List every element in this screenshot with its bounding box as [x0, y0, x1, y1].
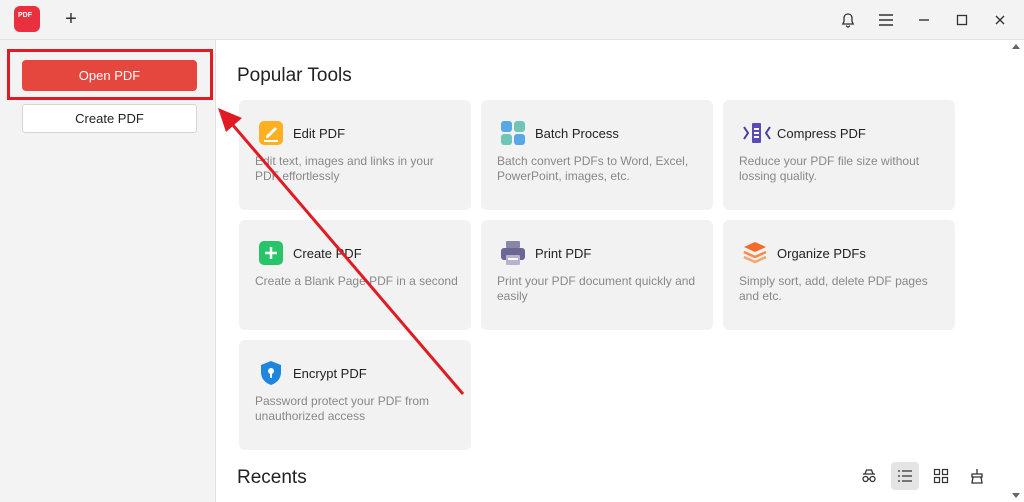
- tool-name: Edit PDF: [293, 126, 346, 141]
- edit-pdf-icon: [258, 120, 284, 146]
- cleanup-icon[interactable]: [963, 462, 991, 490]
- recents-title: Recents: [237, 467, 307, 488]
- scroll-up-icon[interactable]: [1012, 44, 1020, 49]
- organize-pdfs-icon: [742, 240, 768, 266]
- tool-desc: Reduce your PDF file size without lossin…: [739, 154, 920, 183]
- tool-name: Create PDF: [293, 246, 362, 261]
- batch-process-icon: [500, 120, 526, 146]
- create-pdf-icon: [258, 240, 284, 266]
- open-pdf-button[interactable]: Open PDF: [22, 60, 197, 91]
- popular-tools-title: Popular Tools: [237, 65, 352, 86]
- tool-card-batch-process[interactable]: Batch Process Batch convert PDFs to Word…: [481, 100, 713, 210]
- app-logo-icon[interactable]: PDF: [14, 6, 40, 32]
- print-pdf-icon: [500, 240, 526, 266]
- tool-desc: Create a Blank Page PDF in a second: [255, 274, 458, 288]
- tool-card-encrypt-pdf[interactable]: Encrypt PDF Password protect your PDF fr…: [239, 340, 471, 450]
- tool-name: Batch Process: [535, 126, 619, 141]
- tool-name: Encrypt PDF: [293, 366, 367, 381]
- list-view-icon[interactable]: [891, 462, 919, 490]
- encrypt-pdf-icon: [258, 360, 284, 386]
- tool-desc: Edit text, images and links in your PDF …: [255, 154, 434, 183]
- maximize-icon[interactable]: [950, 8, 974, 32]
- tool-desc: Print your PDF document quickly and easi…: [497, 274, 696, 303]
- scroll-down-icon[interactable]: [1012, 493, 1020, 498]
- tool-card-print-pdf[interactable]: Print PDF Print your PDF document quickl…: [481, 220, 713, 330]
- tool-name: Organize PDFs: [777, 246, 866, 261]
- title-bar: PDF +: [0, 0, 1024, 40]
- tool-name: Print PDF: [535, 246, 592, 261]
- tool-card-compress-pdf[interactable]: Compress PDF Reduce your PDF file size w…: [723, 100, 955, 210]
- tool-card-organize-pdfs[interactable]: Organize PDFs Simply sort, add, delete P…: [723, 220, 955, 330]
- plus-icon[interactable]: +: [60, 8, 82, 30]
- grid-view-icon[interactable]: [927, 462, 955, 490]
- tool-desc: Password protect your PDF from unauthori…: [255, 394, 430, 423]
- bell-icon[interactable]: [836, 8, 860, 32]
- compress-pdf-icon: [742, 120, 771, 146]
- tool-name: Compress PDF: [777, 126, 866, 141]
- close-icon[interactable]: [988, 8, 1012, 32]
- app-logo-text: PDF: [18, 11, 32, 19]
- tool-card-edit-pdf[interactable]: Edit PDF Edit text, images and links in …: [239, 100, 471, 210]
- create-pdf-button[interactable]: Create PDF: [22, 104, 197, 133]
- tool-card-create-pdf[interactable]: Create PDF Create a Blank Page PDF in a …: [239, 220, 471, 330]
- minimize-icon[interactable]: [912, 8, 936, 32]
- tool-desc: Simply sort, add, delete PDF pages and e…: [739, 274, 928, 303]
- menu-icon[interactable]: [874, 8, 898, 32]
- incognito-icon[interactable]: [855, 462, 883, 490]
- tool-desc: Batch convert PDFs to Word, Excel, Power…: [497, 154, 689, 183]
